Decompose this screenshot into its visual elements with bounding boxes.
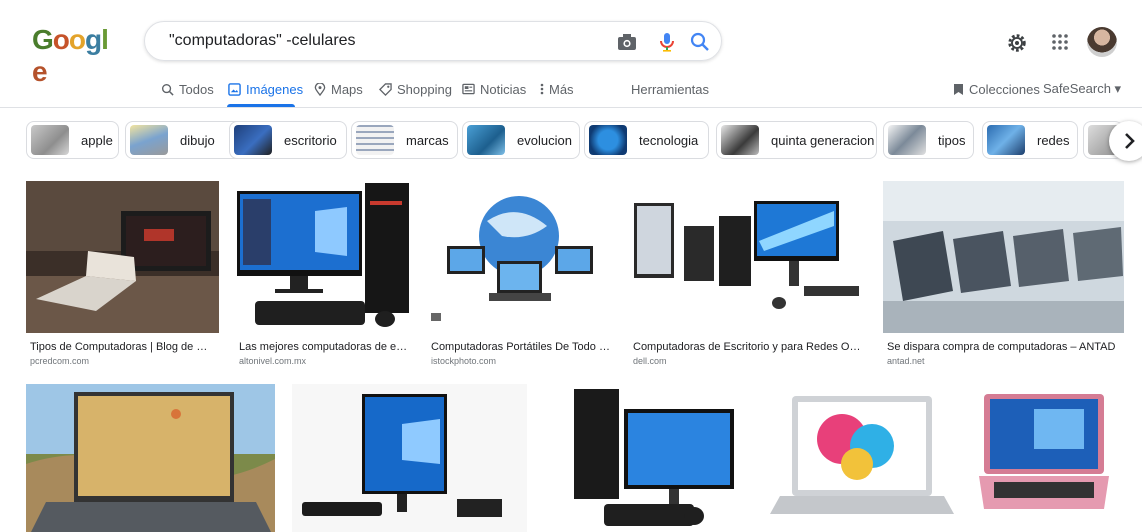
- camera-icon[interactable]: [615, 30, 639, 54]
- related-chips: apple dibujo escritorio marcas evolucion…: [26, 121, 1123, 161]
- image-result[interactable]: [979, 384, 1109, 532]
- chip-thumbnail: [721, 125, 759, 155]
- bookmark-icon: [954, 83, 963, 95]
- avatar[interactable]: [1087, 27, 1117, 57]
- result-caption: Computadoras de Escritorio y para Redes …: [633, 341, 865, 353]
- collections-link[interactable]: Colecciones: [953, 80, 1040, 98]
- tools-label: Herramientas: [631, 81, 710, 97]
- tab-label: Más: [549, 81, 574, 97]
- more-vert-icon: [540, 83, 544, 95]
- chip-thumbnail: [589, 125, 627, 155]
- result-caption: Tipos de Computadoras | Blog de Com...: [30, 341, 215, 353]
- result-source: antad.net: [887, 356, 925, 366]
- chip-label: evolucion: [517, 132, 572, 148]
- result-thumbnail: [427, 181, 612, 333]
- chip-label: marcas: [406, 132, 449, 148]
- chip-redes[interactable]: redes: [982, 121, 1078, 159]
- result-thumbnail: [883, 181, 1124, 333]
- chip-thumbnail: [888, 125, 926, 155]
- search-icon: [161, 83, 174, 96]
- search-input[interactable]: [167, 31, 601, 51]
- safesearch-menu[interactable]: SafeSearch ▾: [1043, 80, 1121, 98]
- image-result[interactable]: [292, 384, 527, 532]
- chip-label: quinta generacion: [771, 132, 875, 148]
- chip-tipos[interactable]: tipos: [883, 121, 974, 159]
- chip-label: escritorio: [284, 132, 337, 148]
- image-result[interactable]: [26, 384, 275, 532]
- image-icon: [228, 82, 241, 96]
- tab-todos[interactable]: Todos: [161, 80, 214, 98]
- logo-letter: G: [32, 24, 54, 55]
- safesearch-label: SafeSearch ▾: [1043, 81, 1122, 96]
- image-result[interactable]: Tipos de Computadoras | Blog de Com... p…: [26, 181, 219, 371]
- chip-label: redes: [1037, 132, 1070, 148]
- header: Googl e Todos Imágenes Maps: [0, 0, 1142, 108]
- result-source: dell.com: [633, 356, 667, 366]
- chip-label: tecnologia: [639, 132, 699, 148]
- chip-tecnologia[interactable]: tecnologia: [584, 121, 709, 159]
- chip-label: tipos: [938, 132, 966, 148]
- image-result[interactable]: Las mejores computadoras de esc... alton…: [235, 181, 410, 371]
- image-result[interactable]: [762, 384, 962, 532]
- tools-button[interactable]: Herramientas: [631, 80, 709, 98]
- tab-label: Noticias: [480, 81, 527, 97]
- logo-letter: g: [85, 24, 102, 55]
- apps-grid-icon[interactable]: [1050, 32, 1070, 52]
- image-result[interactable]: Se dispara compra de computadoras – ANTA…: [883, 181, 1124, 371]
- settings-gear-icon[interactable]: [1006, 32, 1028, 54]
- tab-shopping[interactable]: Shopping: [379, 80, 452, 98]
- logo-letter: o: [68, 24, 86, 55]
- image-result[interactable]: Computadoras Portátiles De Todo El ... i…: [427, 181, 612, 371]
- result-thumbnail: [629, 181, 866, 333]
- active-tab-indicator: [227, 104, 295, 107]
- result-source: altonivel.com.mx: [239, 356, 307, 366]
- tab-maps[interactable]: Maps: [314, 80, 363, 98]
- result-caption: Las mejores computadoras de esc...: [239, 341, 409, 353]
- chip-thumbnail: [234, 125, 272, 155]
- chip-label: apple: [81, 132, 113, 148]
- logo-letter: o: [52, 24, 70, 55]
- result-caption: Se dispara compra de computadoras – ANTA…: [887, 341, 1116, 353]
- tab-label: Shopping: [397, 81, 452, 97]
- newspaper-icon: [462, 83, 475, 95]
- chip-thumbnail: [467, 125, 505, 155]
- chip-evolucion[interactable]: evolucion: [462, 121, 580, 159]
- tab-mas[interactable]: Más: [540, 80, 574, 98]
- chip-thumbnail: [31, 125, 69, 155]
- result-source: pcredcom.com: [30, 356, 90, 366]
- chip-marcas[interactable]: marcas: [351, 121, 458, 159]
- result-source: istockphoto.com: [431, 356, 497, 366]
- result-thumbnail: [26, 181, 219, 333]
- image-result[interactable]: [544, 384, 746, 532]
- logo-letter: e: [32, 56, 48, 87]
- chevron-right-icon: [1125, 133, 1135, 149]
- chip-label: dibujo: [180, 132, 215, 148]
- tab-label: Imágenes: [246, 81, 304, 97]
- chip-apple[interactable]: apple: [26, 121, 119, 159]
- tab-label: Maps: [331, 81, 363, 97]
- tab-label: Todos: [179, 81, 214, 97]
- logo-letter: l: [101, 24, 109, 55]
- google-logo[interactable]: Googl e: [32, 24, 112, 87]
- chip-thumbnail: [356, 125, 394, 155]
- chip-thumbnail: [987, 125, 1025, 155]
- chips-next-button[interactable]: [1109, 121, 1142, 161]
- result-caption: Computadoras Portátiles De Todo El ...: [431, 341, 611, 353]
- search-box: [144, 21, 722, 61]
- image-result[interactable]: Computadoras de Escritorio y para Redes …: [629, 181, 866, 371]
- collections-label: Colecciones: [969, 81, 1040, 97]
- chip-escritorio[interactable]: escritorio: [229, 121, 347, 159]
- tab-imagenes[interactable]: Imágenes: [228, 80, 303, 98]
- tab-noticias[interactable]: Noticias: [462, 80, 526, 98]
- chip-dibujo[interactable]: dibujo: [125, 121, 243, 159]
- microphone-icon[interactable]: [655, 30, 679, 54]
- search-icon[interactable]: [688, 30, 712, 54]
- map-pin-icon: [314, 82, 326, 96]
- chip-thumbnail: [130, 125, 168, 155]
- tag-icon: [379, 82, 392, 96]
- chip-quinta-generacion[interactable]: quinta generacion: [716, 121, 877, 159]
- result-thumbnail: [235, 181, 410, 333]
